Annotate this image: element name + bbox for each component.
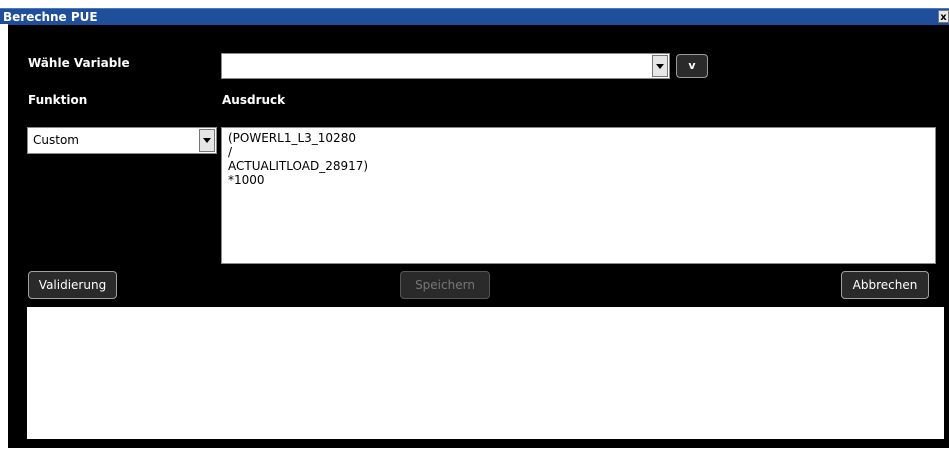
function-select[interactable]: Custom	[27, 127, 217, 154]
cancel-button[interactable]: Abbrechen	[841, 271, 929, 299]
validation-output	[27, 307, 944, 439]
title-bar[interactable]: Berechne PUE x	[0, 8, 949, 25]
bottom-margin	[0, 448, 949, 458]
function-select-value: Custom	[33, 133, 79, 147]
insert-variable-button[interactable]: v	[676, 54, 708, 78]
save-button[interactable]: Speichern	[400, 271, 490, 299]
left-margin	[0, 24, 8, 458]
variable-select[interactable]	[221, 53, 670, 79]
chevron-down-icon[interactable]	[652, 55, 668, 77]
variable-label: Wähle Variable	[28, 56, 130, 70]
expression-label: Ausdruck	[222, 93, 286, 107]
function-label: Funktion	[28, 93, 88, 107]
top-margin	[0, 0, 949, 8]
expression-textarea[interactable]: (POWERL1_L3_10280 / ACTUALITLOAD_28917) …	[221, 127, 936, 264]
chevron-down-icon[interactable]	[199, 129, 215, 152]
dialog: Berechne PUE x Wähle Variable v Funktion…	[0, 0, 949, 458]
close-icon[interactable]: x	[938, 10, 949, 23]
window-title: Berechne PUE	[3, 10, 98, 24]
validate-button[interactable]: Validierung	[28, 271, 117, 299]
